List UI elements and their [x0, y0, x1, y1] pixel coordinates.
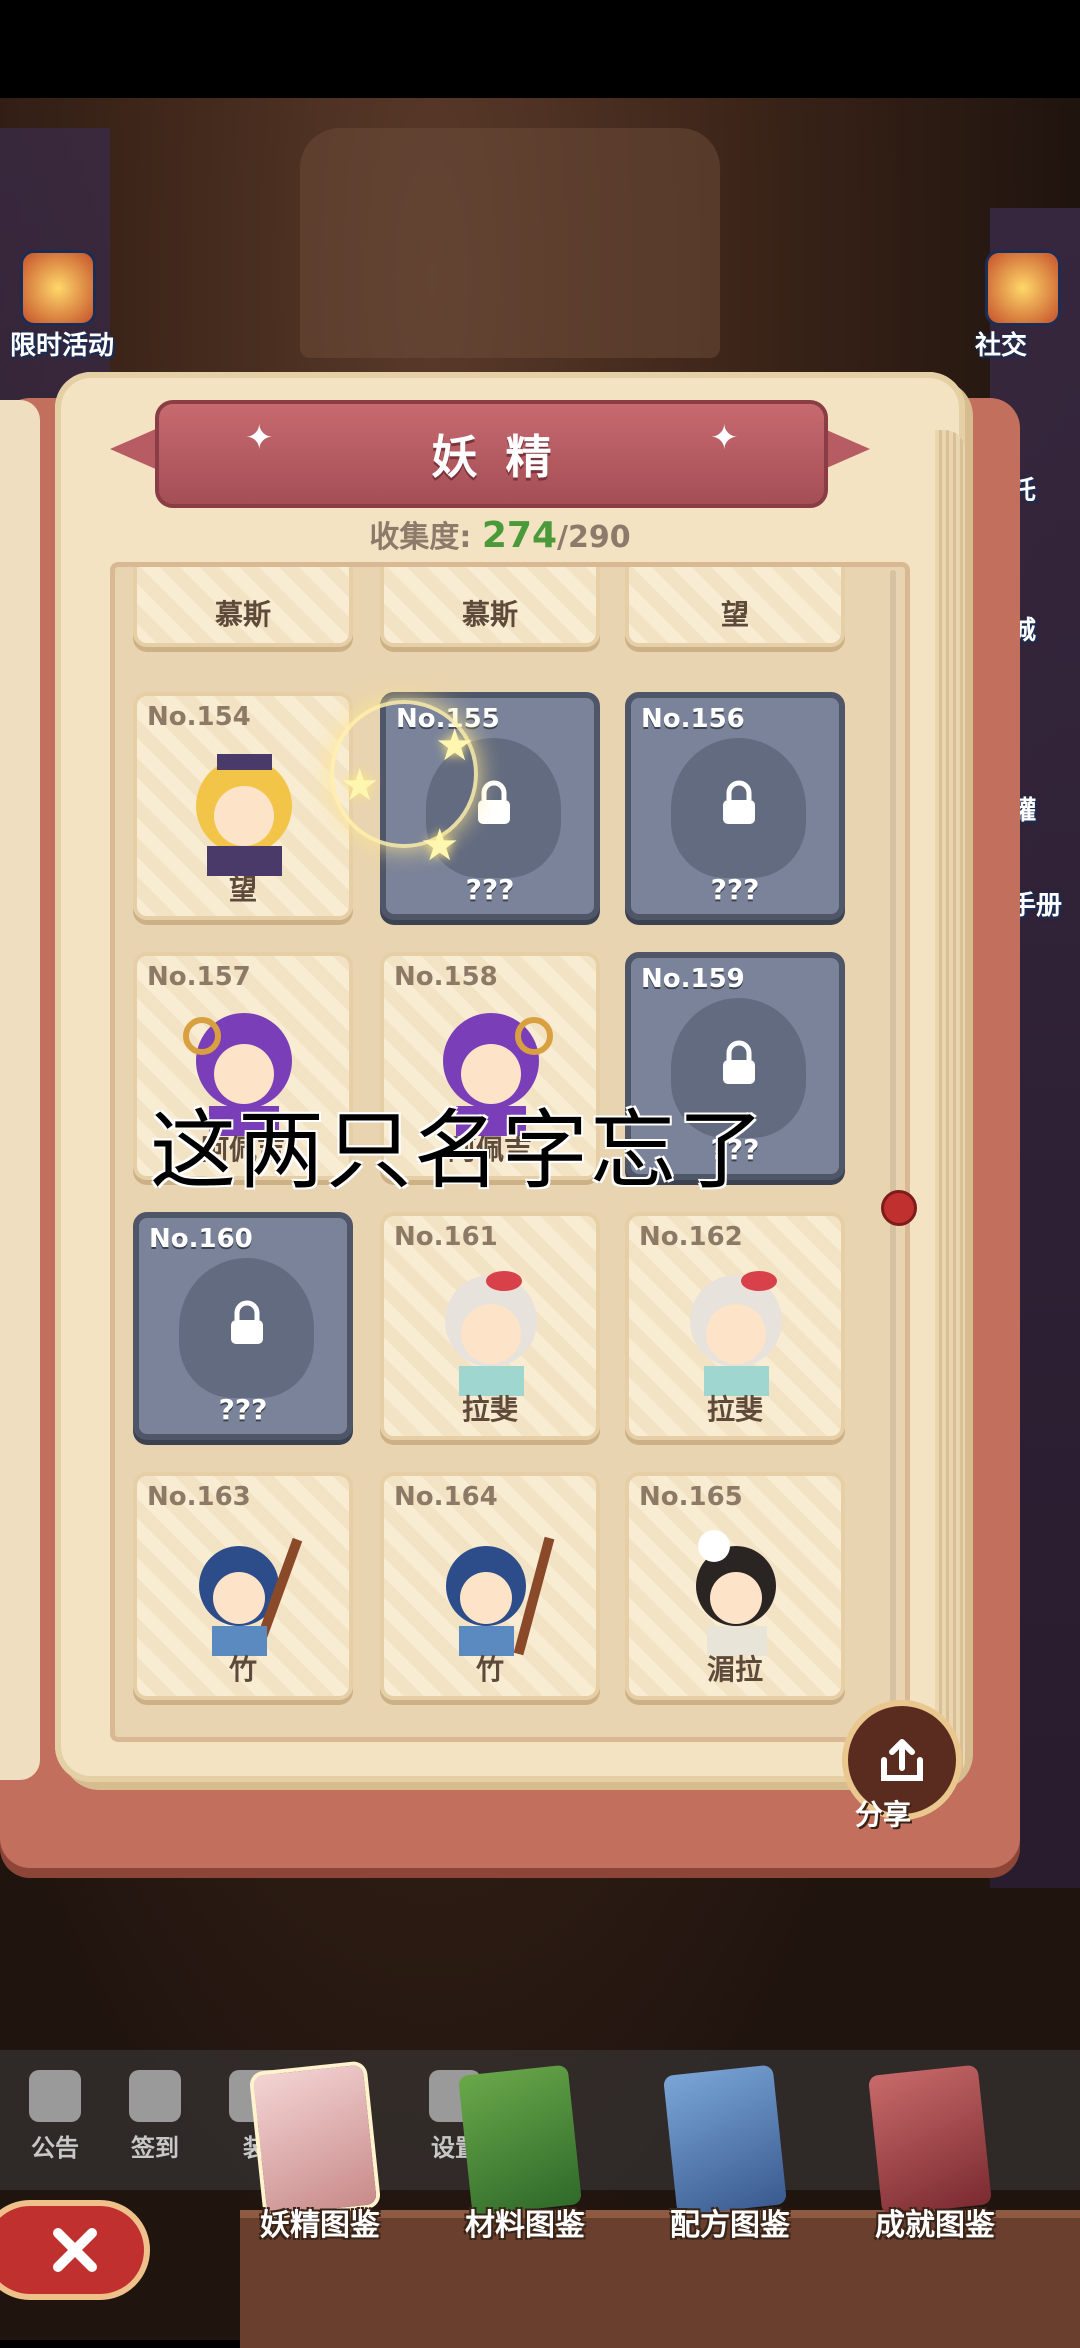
fairy-card-163[interactable]: No.163 竹 [133, 1472, 353, 1700]
fairy-number: No.162 [639, 1222, 743, 1252]
fairy-number: No.157 [147, 962, 251, 992]
scroll-thumb[interactable] [881, 1190, 917, 1226]
menu-label: 签到 [131, 2134, 179, 2162]
fairy-name: ??? [465, 873, 515, 906]
book-left-page [0, 400, 40, 1780]
fairy-card-partial[interactable]: 慕斯 [380, 567, 600, 647]
social-icon[interactable] [985, 250, 1061, 326]
fairy-portrait [199, 1537, 303, 1656]
fairy-number: No.156 [641, 704, 745, 734]
star-icon: ★ [420, 820, 460, 871]
share-icon [881, 1739, 923, 1781]
fairy-name: 拉斐 [706, 1393, 763, 1426]
limited-event-label[interactable]: 限时活动 [10, 325, 114, 362]
fairy-card-154[interactable]: No.154 望 [133, 692, 353, 920]
lock-icon [478, 780, 510, 824]
bed-decoration [300, 128, 720, 358]
potion-book-icon [662, 2064, 788, 2216]
tab-recipe-encyclopedia[interactable]: 配方图鉴 [640, 2060, 820, 2243]
fairy-card-156[interactable]: No.156 ??? [625, 692, 845, 920]
menu-label: 公告 [31, 2134, 79, 2162]
tab-fairy-encyclopedia[interactable]: 妖精图鉴 [230, 2060, 410, 2243]
fairy-portrait [446, 1536, 555, 1656]
book-page-edges [935, 430, 965, 1780]
fairy-number: No.163 [147, 1482, 251, 1512]
collection-current: 274 [481, 515, 557, 556]
fairy-card-164[interactable]: No.164 竹 [380, 1472, 600, 1700]
fairy-name: ??? [218, 1393, 268, 1426]
tab-material-encyclopedia[interactable]: 材料图鉴 [435, 2060, 615, 2243]
lock-icon [723, 780, 755, 824]
close-button[interactable] [0, 2200, 150, 2300]
fairy-name: 竹 [228, 1653, 257, 1686]
fairy-number: No.160 [149, 1224, 253, 1254]
tab-label: 妖精图鉴 [260, 2208, 380, 2243]
share-label[interactable]: 分享 [855, 1793, 911, 1833]
calendar-icon [129, 2070, 181, 2122]
fairy-card-160[interactable]: No.160 ??? [133, 1212, 353, 1440]
fairy-portrait [445, 1271, 537, 1396]
fairy-number: No.159 [641, 964, 745, 994]
collection-progress: 收集度: 274/290 [0, 512, 1000, 556]
social-label[interactable]: 社交 [975, 325, 1027, 362]
fairy-card-161[interactable]: No.161 拉斐 [380, 1212, 600, 1440]
fairy-number: No.161 [394, 1222, 498, 1252]
fairy-number: No.165 [639, 1482, 743, 1512]
fairy-card-partial[interactable]: 望 [625, 567, 845, 647]
fairy-book-icon [252, 2064, 378, 2216]
leaf-book-icon [457, 2064, 583, 2216]
tab-label: 材料图鉴 [465, 2208, 585, 2243]
star-icon: ★ [340, 760, 380, 811]
fairy-name: 慕斯 [214, 598, 271, 631]
collection-total: /290 [557, 520, 631, 555]
fairy-portrait [696, 1530, 776, 1656]
fairy-number: No.164 [394, 1482, 498, 1512]
fairy-card-165[interactable]: No.165 湄拉 [625, 1472, 845, 1700]
fairy-portrait [196, 754, 292, 876]
fairy-name: ??? [710, 873, 760, 906]
fairy-name: 湄拉 [706, 1653, 763, 1686]
page-title: 妖精 [431, 430, 580, 484]
collection-label: 收集度: [369, 520, 472, 555]
close-icon [53, 2228, 97, 2272]
crown-book-icon [867, 2064, 993, 2216]
fairy-name: 望 [228, 873, 257, 906]
annotation-overlay-text: 这两只名字忘了 [150, 1101, 766, 1201]
fairy-number: No.154 [147, 702, 251, 732]
limited-event-icon[interactable] [20, 250, 96, 326]
sparkle-icon: ✦ [710, 418, 739, 458]
lock-icon [231, 1300, 263, 1344]
fairy-card-162[interactable]: No.162 拉斐 [625, 1212, 845, 1440]
menu-checkin: 签到 [115, 2070, 195, 2163]
sparkle-icon: ✦ [245, 418, 274, 458]
tab-label: 配方图鉴 [670, 2208, 790, 2243]
grid-scrollbar[interactable] [890, 570, 896, 1720]
tab-achievement-encyclopedia[interactable]: 成就图鉴 [845, 2060, 1025, 2243]
tab-label: 成就图鉴 [875, 2208, 995, 2243]
star-icon: ★ [435, 720, 475, 771]
fairy-number: No.158 [394, 962, 498, 992]
fairy-name: 望 [720, 598, 749, 631]
fairy-portrait [690, 1271, 782, 1396]
fairy-name: 慕斯 [461, 598, 518, 631]
menu-announcement: 公告 [15, 2070, 95, 2163]
fairy-card-partial[interactable]: 慕斯 [133, 567, 353, 647]
announcement-icon [29, 2070, 81, 2122]
fairy-name: 竹 [475, 1653, 504, 1686]
fairy-name: 拉斐 [461, 1393, 518, 1426]
